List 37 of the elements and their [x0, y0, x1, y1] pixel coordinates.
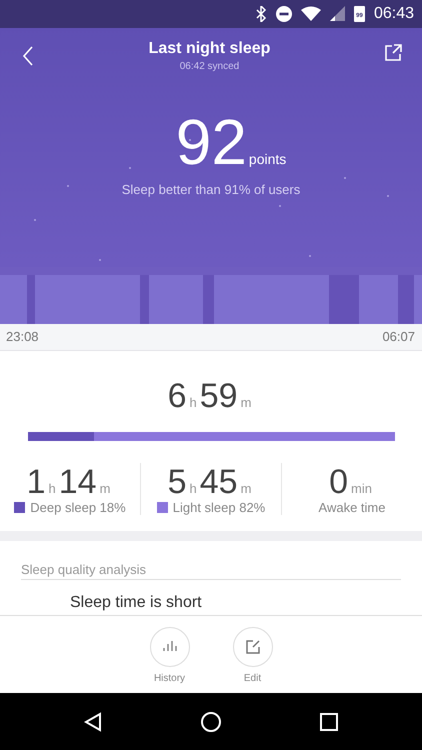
- minutes-value: 59: [200, 377, 238, 416]
- hours-unit: h: [190, 481, 197, 496]
- minutes-unit: m: [240, 481, 252, 496]
- share-icon[interactable]: [384, 44, 402, 61]
- stat-label: Light sleep 82%: [172, 500, 266, 516]
- hours-value: 1: [26, 463, 46, 502]
- sync-time: 06:42 synced: [180, 60, 240, 72]
- back-icon[interactable]: [84, 712, 102, 732]
- wifi-icon: [300, 6, 321, 22]
- minutes-unit: m: [100, 481, 110, 496]
- minutes-unit: m: [240, 395, 252, 410]
- score-unit: points: [248, 150, 286, 167]
- clock: 06:43: [374, 4, 414, 23]
- analysis-result: Sleep time is short: [70, 594, 203, 612]
- page-title: Last night sleep: [148, 40, 270, 58]
- hours-unit: h: [48, 481, 56, 496]
- bluetooth-icon: [254, 6, 267, 22]
- back-icon[interactable]: [22, 46, 34, 66]
- hours-value: 5: [168, 463, 186, 502]
- minutes-value: 14: [58, 463, 97, 502]
- stat-label: Awake time: [318, 500, 386, 516]
- stat-label: Deep sleep 18%: [30, 500, 126, 516]
- start-time: 23:08: [6, 329, 39, 344]
- sleep-score: 92: [176, 110, 247, 174]
- hours-value: 6: [168, 377, 186, 416]
- edit-icon: [244, 639, 260, 656]
- recent-apps-icon[interactable]: [320, 712, 338, 731]
- minutes-value: 45: [200, 463, 238, 502]
- do-not-disturb-icon: [276, 6, 292, 22]
- home-icon[interactable]: [200, 712, 221, 732]
- signal-icon: [330, 6, 345, 22]
- minutes-unit: min: [350, 481, 372, 496]
- minutes-value: 0: [329, 463, 348, 502]
- section-heading: Sleep quality analysis: [21, 540, 401, 580]
- end-time: 06:07: [382, 329, 415, 344]
- hours-unit: h: [190, 395, 197, 410]
- comparison-text: Sleep better than 91% of users: [120, 182, 302, 197]
